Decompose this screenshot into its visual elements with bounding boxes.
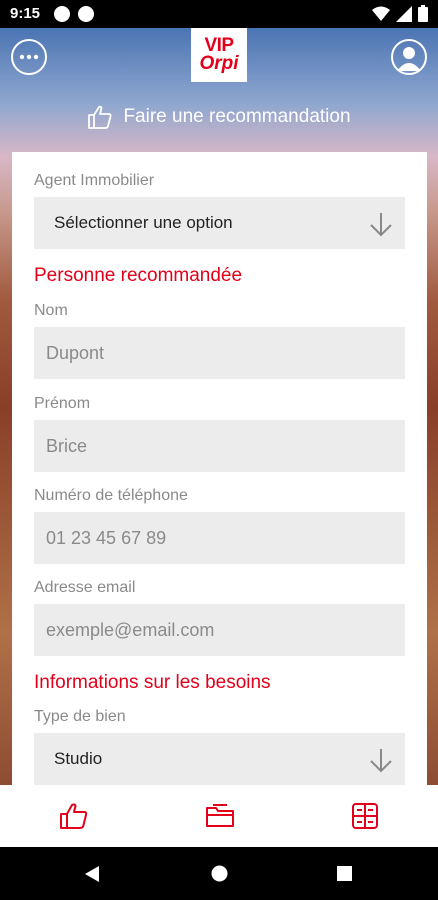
- agent-label: Agent Immobilier: [34, 172, 155, 189]
- arrow-down-icon: [370, 213, 392, 237]
- type-label: Type de bien: [34, 708, 126, 725]
- agent-select[interactable]: Sélectionner une option: [34, 197, 405, 249]
- recommendation-form: Agent Immobilier Sélectionner une option…: [12, 152, 427, 785]
- nav-recommend[interactable]: [59, 802, 89, 830]
- vip-orpi-logo: VIP Orpi: [191, 28, 247, 82]
- profile-icon: [397, 47, 421, 71]
- section-person-heading: Personne recommandée: [34, 265, 243, 286]
- status-icons: [372, 5, 428, 22]
- status-bar: 9:15: [0, 0, 438, 28]
- logo-orpi-text: Orpi: [199, 53, 239, 74]
- prenom-label: Prénom: [34, 395, 91, 412]
- agent-select-value: Sélectionner une option: [54, 213, 233, 232]
- thumbs-up-icon: [88, 105, 112, 129]
- signal-icon: [396, 5, 412, 22]
- folder-icon: [206, 804, 234, 827]
- android-nav-bar: [0, 847, 438, 900]
- back-icon[interactable]: [84, 865, 100, 883]
- bottom-nav: [0, 785, 438, 847]
- grid-icon: [352, 803, 378, 829]
- recommend-title-text: Faire une recommandation: [123, 106, 351, 127]
- phone-label: Numéro de téléphone: [34, 487, 188, 504]
- thumbs-up-icon: [60, 803, 88, 829]
- recommend-title: Faire une recommandation: [0, 104, 438, 130]
- nav-folder[interactable]: [205, 802, 235, 830]
- menu-icon: [19, 54, 39, 60]
- email-placeholder: exemple@email.com: [46, 619, 215, 640]
- nom-placeholder: Dupont: [46, 342, 105, 363]
- app-notification-icon: [78, 6, 94, 22]
- nom-input[interactable]: Dupont: [34, 327, 405, 379]
- phone-placeholder: 01 23 45 67 89: [46, 527, 167, 548]
- type-select-value: Studio: [54, 749, 103, 768]
- phone-input[interactable]: 01 23 45 67 89: [34, 512, 405, 564]
- notification-icon: [54, 6, 70, 22]
- battery-icon: [418, 5, 428, 22]
- prenom-placeholder: Brice: [46, 435, 88, 456]
- nom-label: Nom: [34, 302, 68, 319]
- app-header: VIP Orpi Faire une recommandation: [0, 28, 438, 148]
- home-icon[interactable]: [211, 865, 228, 882]
- email-input[interactable]: exemple@email.com: [34, 604, 405, 656]
- menu-button[interactable]: [11, 39, 47, 75]
- type-select[interactable]: Studio: [34, 733, 405, 785]
- arrow-down-icon: [370, 749, 392, 773]
- prenom-input[interactable]: Brice: [34, 420, 405, 472]
- section-needs-heading: Informations sur les besoins: [34, 672, 271, 693]
- wifi-icon: [372, 6, 390, 21]
- email-label: Adresse email: [34, 579, 136, 596]
- recents-icon[interactable]: [337, 866, 352, 881]
- nav-grid[interactable]: [350, 802, 380, 830]
- status-time: 9:15: [10, 5, 41, 22]
- profile-button[interactable]: [391, 39, 427, 75]
